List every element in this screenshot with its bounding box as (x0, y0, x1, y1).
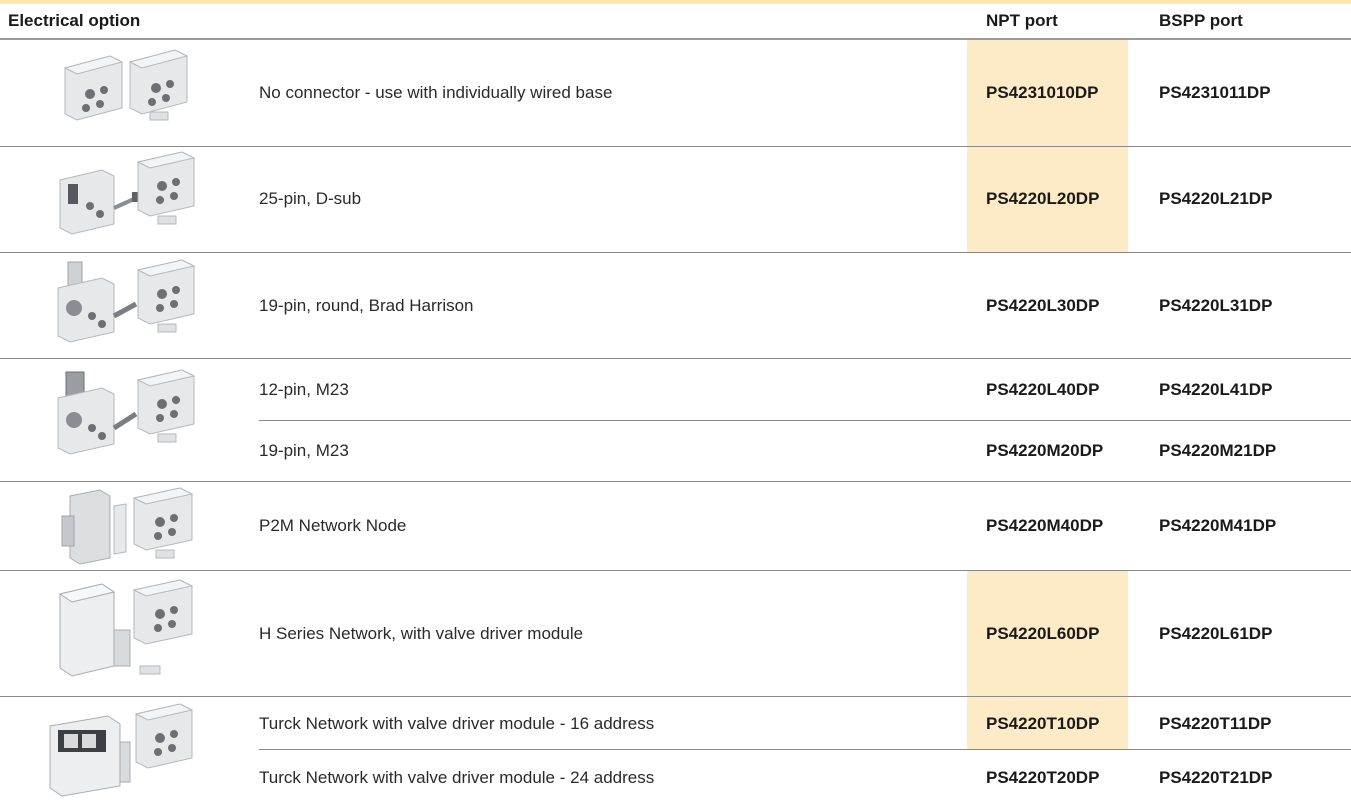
header-npt-port: NPT port (986, 11, 1058, 30)
row-description: H Series Network, with valve driver modu… (259, 624, 584, 643)
row-description: 19-pin, M23 (259, 441, 349, 460)
row-divider (0, 252, 1351, 253)
bspp-part-number: PS4220M21DP (1159, 441, 1277, 460)
npt-part-number: PS4220T10DP (986, 714, 1100, 733)
row-divider (0, 358, 1351, 359)
bspp-part-number: PS4220L41DP (1159, 380, 1273, 399)
bspp-part-number: PS4220M41DP (1159, 516, 1277, 535)
row-divider (0, 696, 1351, 697)
row-description: Turck Network with valve driver module -… (259, 714, 655, 733)
bspp-part-number: PS4220L31DP (1159, 296, 1273, 315)
table-header: Electrical option NPT port BSPP port (0, 4, 1351, 40)
m23-connector-end-plates-icon (57, 369, 196, 455)
row-description: 19-pin, round, Brad Harrison (259, 296, 474, 315)
row-description: 25-pin, D-sub (259, 189, 362, 208)
npt-part-number: PS4220M20DP (986, 441, 1104, 460)
row-description: P2M Network Node (259, 516, 407, 535)
npt-part-number: PS4220L40DP (986, 380, 1100, 399)
h-series-module-end-plates-icon (58, 579, 194, 677)
npt-part-number: PS4220L30DP (986, 296, 1100, 315)
row-divider (0, 570, 1351, 571)
sub-row-divider (259, 420, 1351, 421)
header-electrical-option: Electrical option (8, 11, 141, 30)
bspp-part-number: PS4220T11DP (1159, 714, 1272, 733)
dsub-connector-end-plates-icon (59, 151, 196, 235)
bspp-part-number: PS4220L61DP (1159, 624, 1273, 643)
npt-part-number: PS4220L60DP (986, 624, 1100, 643)
row-description: 12-pin, M23 (259, 380, 349, 399)
row-divider (0, 146, 1351, 147)
bspp-part-number: PS4220T21DP (1159, 768, 1273, 787)
sub-row-divider (259, 749, 1351, 750)
manifold-end-plates-icon (63, 49, 189, 121)
npt-part-number: PS4220M40DP (986, 516, 1104, 535)
npt-part-number: PS4231010DP (986, 83, 1099, 102)
npt-part-number: PS4220L20DP (986, 189, 1100, 208)
bspp-part-number: PS4220L21DP (1159, 189, 1273, 208)
header-bspp-port: BSPP port (1159, 11, 1243, 30)
bspp-part-number: PS4231011DP (1159, 83, 1271, 102)
row-description: No connector - use with individually wir… (259, 83, 613, 102)
row-divider (0, 481, 1351, 482)
round-connector-end-plates-icon (57, 259, 196, 343)
network-node-end-plates-icon (61, 487, 194, 565)
turck-module-end-plates-icon (49, 703, 194, 797)
row-description: Turck Network with valve driver module -… (259, 768, 655, 787)
npt-part-number: PS4220T20DP (986, 768, 1100, 787)
